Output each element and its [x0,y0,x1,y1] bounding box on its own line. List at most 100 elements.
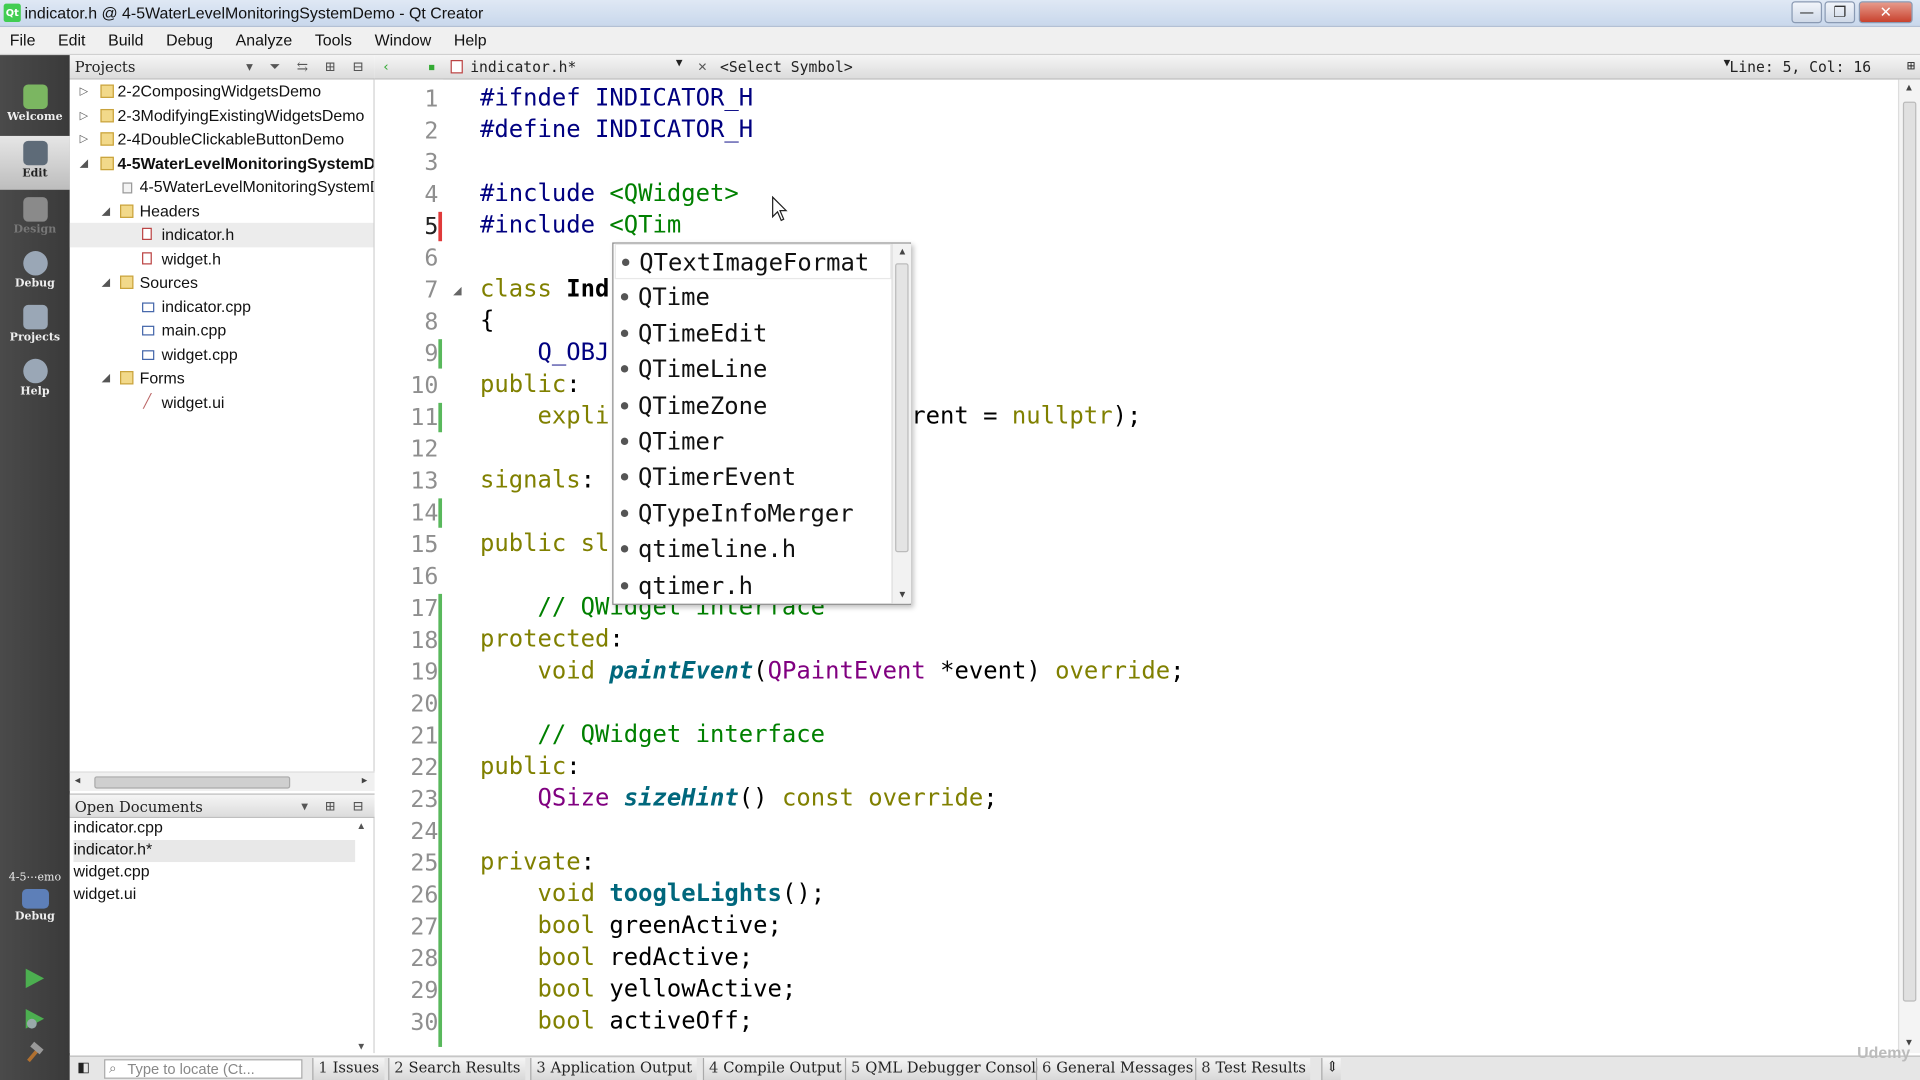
tree-item-pro-file[interactable]: 4-5WaterLevelMonitoringSystemDemo.pro [70,175,373,199]
tab-issues[interactable]: 1 Issues [312,1057,385,1080]
nav-back-forward-icon[interactable]: ‹ ▪ [382,59,450,75]
tree-item-file[interactable]: widget.h [70,247,374,271]
mode-debug[interactable]: Debug [0,246,70,300]
search-icon: ⌕ [108,1061,117,1077]
scroll-down-icon[interactable]: ▼ [356,1041,366,1052]
debug-run-icon[interactable] [22,1007,46,1031]
tree-item-project-active[interactable]: ◢ 4-5WaterLevelMonitoringSystemDemo [70,151,374,175]
tree-item-headers[interactable]: ◢ Headers [70,199,374,223]
open-documents-title[interactable]: Open Documents [75,798,203,815]
collapse-arrow-icon[interactable]: ◢ [102,276,110,289]
tab-application-output[interactable]: 3 Application Output [530,1057,698,1080]
collapse-arrow-icon[interactable]: ◢ [102,371,110,384]
completion-item[interactable]: ● qtimeline.h [615,532,892,568]
open-document-item[interactable]: widget.cpp [73,862,355,884]
toggle-sidebar-icon[interactable]: ◧ [77,1059,90,1075]
line-number: 7 [424,276,439,304]
open-document-item[interactable]: indicator.h* [73,840,356,863]
fold-marker-icon[interactable]: ◢ [453,284,461,297]
editor-vscrollbar[interactable]: ▲ ▼ [1897,79,1920,1054]
collapse-arrow-icon[interactable]: ◢ [102,204,110,217]
menu-tools[interactable]: Tools [298,27,352,49]
mode-welcome[interactable]: Welcome [0,80,70,134]
scroll-up-icon[interactable]: ▲ [1904,82,1914,93]
scroll-left-icon[interactable]: ◂ [75,774,81,787]
line-number: 6 [424,244,439,272]
projects-panel-tools[interactable]: ▾ ⏷ ⇆ ⊞ ⊟ [246,59,370,76]
line-number: 13 [410,467,439,495]
menu-build[interactable]: Build [91,27,143,49]
tree-item-file[interactable]: main.cpp [70,318,374,342]
projects-title[interactable]: Projects [75,59,136,76]
code-line: protected: [480,624,624,653]
kit-selector[interactable]: 4-5⋯emo Debug [0,869,70,942]
close-button[interactable]: ✕ [1858,1,1913,24]
tree-item-project[interactable]: ▷ 2-4DoubleClickableButtonDemo [70,127,374,151]
tree-item-file[interactable]: indicator.h [69,222,374,247]
project-tree-hscrollbar[interactable]: ◂ ▸ [69,771,375,792]
completion-item-selected[interactable]: ● QTextImageFormat [614,243,892,280]
open-document-item[interactable]: widget.ui [73,884,355,906]
completion-item[interactable]: ● QTimerEvent [615,460,892,496]
mode-edit[interactable]: Edit [0,135,70,190]
mode-design[interactable]: Design [0,192,70,246]
more-panes-icon[interactable]: ⇕ [1321,1057,1341,1080]
completion-item[interactable]: ● QTimeLine [615,352,892,388]
scroll-right-icon[interactable]: ▸ [362,774,368,787]
open-documents-tools[interactable]: ▾ ⊞ ⊟ [301,798,370,814]
expand-arrow-icon[interactable]: ▷ [80,108,88,121]
mode-projects[interactable]: Projects [0,300,70,354]
close-file-icon[interactable]: ✕ [698,58,707,75]
tab-qml-debugger-console[interactable]: 5 QML Debugger Console [844,1057,1050,1080]
scroll-up-icon[interactable]: ▲ [356,820,366,831]
cursor-position[interactable]: Line: 5, Col: 16 [1729,59,1871,76]
menu-analyze[interactable]: Analyze [218,27,293,49]
tree-item-forms[interactable]: ◢ Forms [70,366,374,390]
collapse-arrow-icon[interactable]: ◢ [80,156,88,169]
project-tree: ▷ 2-2ComposingWidgetsDemo ▷ 2-3Modifying… [69,79,375,772]
tree-item-file[interactable]: ╱ widget.ui [70,390,374,414]
minimize-button[interactable]: — [1791,1,1823,24]
tab-general-messages[interactable]: 6 General Messages [1035,1057,1199,1080]
run-icon[interactable] [22,966,46,990]
tab-search-results[interactable]: 2 Search Results [388,1057,526,1080]
menu-edit[interactable]: Edit [41,27,85,49]
tree-item-file[interactable]: indicator.cpp [70,294,374,318]
current-file-tab[interactable]: indicator.h* [470,59,576,76]
tab-compile-output[interactable]: 4 Compile Output [702,1057,847,1080]
build-hammer-icon[interactable] [22,1041,46,1065]
menu-help[interactable]: Help [437,27,487,49]
completion-item[interactable]: ● QTimer [615,424,892,460]
tree-item-project[interactable]: ▷ 2-2ComposingWidgetsDemo [70,80,374,104]
menu-file[interactable]: File [0,27,36,49]
menu-debug[interactable]: Debug [149,27,213,49]
scroll-down-icon[interactable]: ▼ [898,589,908,600]
scroll-thumb[interactable] [94,776,291,789]
completion-scrollbar[interactable]: ▲ ▼ [891,243,912,604]
completion-item[interactable]: ● QTimeZone [615,388,892,424]
scroll-thumb[interactable] [1902,101,1917,1002]
line-number: 20 [410,690,439,718]
tree-item-file[interactable]: widget.cpp [70,342,374,366]
expand-arrow-icon[interactable]: ▷ [80,84,88,97]
symbol-selector[interactable]: <Select Symbol> [720,59,853,76]
scroll-up-icon[interactable]: ▲ [898,246,908,257]
mode-selector: Welcome Edit Design Debug Projects Help … [0,55,70,1080]
locator-input[interactable]: ⌕ Type to locate (Ct... [104,1059,303,1079]
tab-test-results[interactable]: 8 Test Results [1195,1057,1311,1080]
completion-item[interactable]: ● qtimer.h [615,568,892,604]
menu-window[interactable]: Window [357,27,432,49]
scroll-thumb[interactable] [895,263,909,553]
open-document-item[interactable]: indicator.cpp [73,818,355,840]
completion-item[interactable]: ● QTime [615,280,892,316]
completion-item[interactable]: ● QTypeInfoMerger [615,496,892,532]
mode-help[interactable]: Help [0,354,70,408]
completion-item[interactable]: ● QTimeEdit [615,316,892,352]
tree-item-sources[interactable]: ◢ Sources [70,271,374,295]
expand-arrow-icon[interactable]: ▷ [80,132,88,145]
header-file-icon [142,251,152,264]
split-icon[interactable]: ⊞ [1907,58,1915,74]
chevron-down-icon[interactable]: ▼ [676,58,683,70]
tree-item-project[interactable]: ▷ 2-3ModifyingExistingWidgetsDemo [70,103,374,127]
maximize-button[interactable]: ❐ [1824,1,1856,24]
